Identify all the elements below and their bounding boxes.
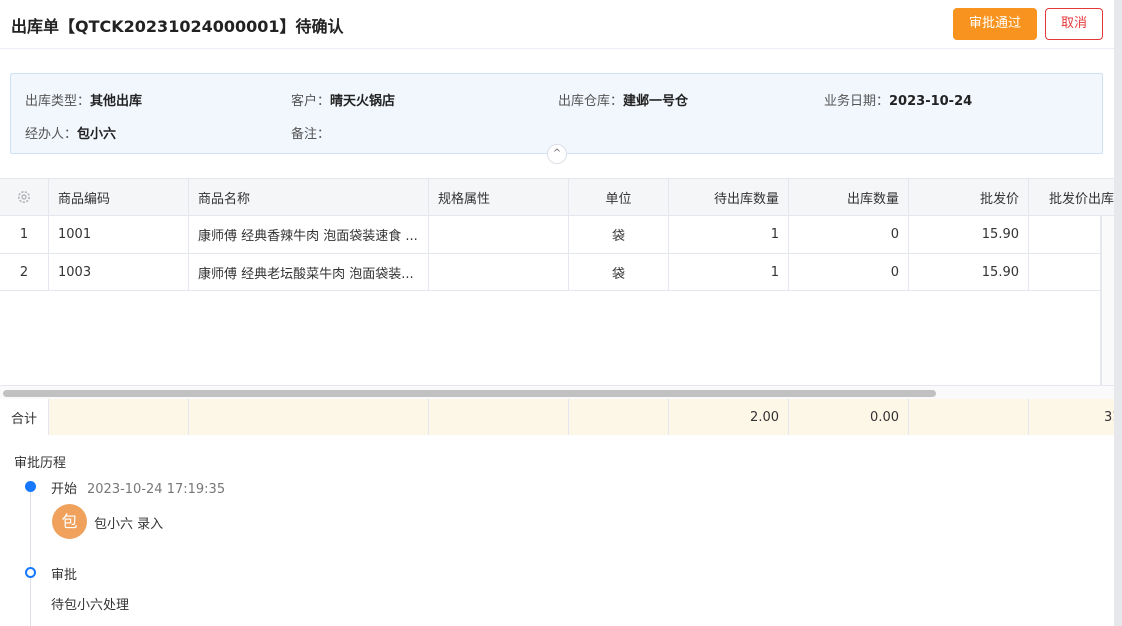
field-handler: 经办人：包小六 <box>25 123 116 142</box>
step-name: 开始 <box>51 482 78 497</box>
horizontal-scroll-thumb[interactable] <box>3 390 936 397</box>
history-title: 审批历程 <box>14 456 67 471</box>
field-label: 备注： <box>291 127 331 142</box>
footer-cell <box>49 399 189 435</box>
row-index: 2 <box>0 254 49 291</box>
field-value: 晴天火锅店 <box>330 94 396 109</box>
step-time: 2023-10-24 17:19:35 <box>87 482 226 497</box>
col-header-price[interactable]: 批发价 <box>909 179 1029 216</box>
field-label: 经办人： <box>25 127 78 142</box>
col-header-out-qty[interactable]: 出库数量 <box>789 179 909 216</box>
field-label: 客户： <box>291 94 331 109</box>
page-header: 出库单【QTCK20231024000001】待确认 审批通过 取消 <box>0 0 1114 49</box>
step-name: 审批 <box>51 568 78 583</box>
field-label: 业务日期： <box>824 94 890 109</box>
cell-spec <box>429 216 569 254</box>
cell-amount <box>1029 216 1101 254</box>
cell-price: 15.90 <box>909 254 1029 291</box>
col-header-spec[interactable]: 规格属性 <box>429 179 569 216</box>
field-customer: 客户：晴天火锅店 <box>291 90 395 109</box>
table-row[interactable]: 2 1003 康师傅 经典老坛酸菜牛肉 泡面袋装... 袋 1 0 15.90 <box>0 254 1114 291</box>
outbound-order-panel: 出库单【QTCK20231024000001】待确认 审批通过 取消 出库类型：… <box>0 0 1114 626</box>
cancel-button[interactable]: 取消 <box>1045 8 1103 40</box>
timeline-line <box>30 488 31 626</box>
field-remark: 备注： <box>291 123 330 142</box>
page-scrollbar[interactable] <box>1114 0 1122 626</box>
cell-out-qty[interactable]: 0 <box>789 216 909 254</box>
cell-name: 康师傅 经典香辣牛肉 泡面袋装速食 ... <box>189 216 429 254</box>
footer-pending-total: 2.00 <box>669 399 789 435</box>
footer-amount-total: 31 <box>1029 399 1114 435</box>
footer-cell <box>189 399 429 435</box>
cell-price: 15.90 <box>909 216 1029 254</box>
approve-button[interactable]: 审批通过 <box>953 8 1037 40</box>
field-label: 出库仓库： <box>558 94 624 109</box>
cell-code: 1003 <box>49 254 189 291</box>
timeline-dot-pending <box>25 567 36 578</box>
page-title: 出库单【QTCK20231024000001】待确认 <box>11 17 344 36</box>
col-header-name[interactable]: 商品名称 <box>189 179 429 216</box>
cell-pending-qty: 1 <box>669 254 789 291</box>
step-note: 待包小六处理 <box>51 598 130 613</box>
field-business-date: 业务日期：2023-10-24 <box>824 90 972 109</box>
footer-out-total: 0.00 <box>789 399 909 435</box>
step-note: 包小六 录入 <box>94 517 164 532</box>
product-table: 商品编码 商品名称 规格属性 单位 待出库数量 出库数量 批发价 批发价出库 1… <box>0 178 1114 435</box>
table-header-row: 商品编码 商品名称 规格属性 单位 待出库数量 出库数量 批发价 批发价出库 <box>0 179 1114 216</box>
col-header-pending-qty[interactable]: 待出库数量 <box>669 179 789 216</box>
footer-cell <box>909 399 1029 435</box>
chevron-up-icon[interactable]: ^ <box>547 144 567 164</box>
col-header-unit[interactable]: 单位 <box>569 179 669 216</box>
cell-pending-qty: 1 <box>669 216 789 254</box>
vertical-scrollbar[interactable] <box>1101 216 1114 385</box>
footer-label: 合计 <box>0 399 49 435</box>
avatar: 包 <box>52 504 87 539</box>
col-header-amount[interactable]: 批发价出库 <box>1029 179 1114 216</box>
field-label: 出库类型： <box>25 94 91 109</box>
timeline-dot-done <box>25 481 36 492</box>
cell-out-qty[interactable]: 0 <box>789 254 909 291</box>
cell-unit: 袋 <box>569 216 669 254</box>
cell-name: 康师傅 经典老坛酸菜牛肉 泡面袋装... <box>189 254 429 291</box>
cell-unit: 袋 <box>569 254 669 291</box>
field-value: 包小六 <box>77 127 117 142</box>
cell-amount <box>1029 254 1101 291</box>
field-value: 建邺一号仓 <box>623 94 689 109</box>
cell-code: 1001 <box>49 216 189 254</box>
table-empty-area <box>0 291 1101 385</box>
field-outbound-type: 出库类型：其他出库 <box>25 90 142 109</box>
row-index: 1 <box>0 216 49 254</box>
gear-icon[interactable] <box>0 179 49 216</box>
footer-cell <box>429 399 569 435</box>
field-value: 2023-10-24 <box>889 94 973 109</box>
field-warehouse: 出库仓库：建邺一号仓 <box>558 90 688 109</box>
table-row[interactable]: 1 1001 康师傅 经典香辣牛肉 泡面袋装速食 ... 袋 1 0 15.90 <box>0 216 1114 254</box>
footer-cell <box>569 399 669 435</box>
col-header-code[interactable]: 商品编码 <box>49 179 189 216</box>
order-info-panel: 出库类型：其他出库 客户：晴天火锅店 出库仓库：建邺一号仓 业务日期：2023-… <box>10 73 1103 154</box>
step-start: 开始 2023-10-24 17:19:35 <box>51 478 225 497</box>
cell-spec <box>429 254 569 291</box>
field-value: 其他出库 <box>90 94 143 109</box>
horizontal-scrollbar[interactable] <box>0 385 1114 399</box>
table-footer-row: 合计 2.00 0.00 31 <box>0 399 1114 435</box>
